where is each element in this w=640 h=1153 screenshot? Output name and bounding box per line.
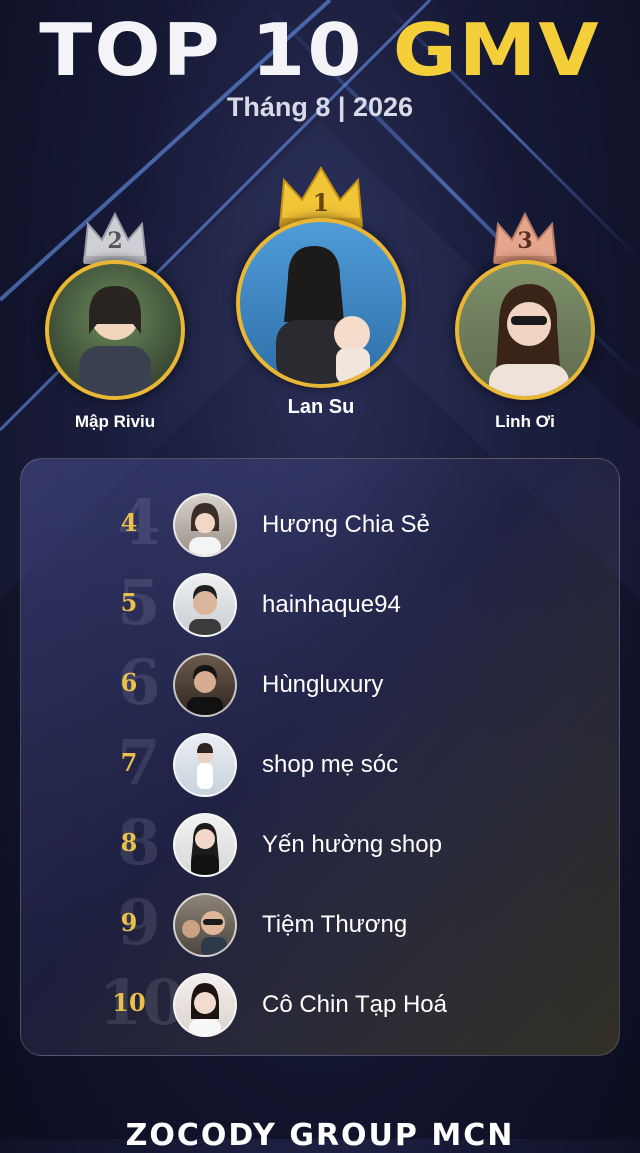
- avatar: [45, 260, 185, 400]
- avatar: [173, 813, 237, 877]
- podium-rank-number: 2: [107, 228, 123, 254]
- ranking-panel: 4 4 Hương Chia Sẻ 5 5 hainhaque94 6 6 Hù…: [20, 458, 620, 1056]
- podium-rank-number: 1: [312, 188, 330, 217]
- avatar: [173, 893, 237, 957]
- list-item-name: Tiệm Thương: [262, 911, 408, 938]
- list-item[interactable]: 8 8 Yến hường shop: [21, 806, 621, 879]
- avatar: [173, 973, 237, 1037]
- list-item-name: Yến hường shop: [262, 831, 442, 858]
- list-item-name: Hương Chia Sẻ: [262, 511, 430, 538]
- title-gmv: GMV: [392, 8, 601, 92]
- rank-number: 5: [120, 588, 138, 617]
- avatar: [455, 260, 595, 400]
- podium-name: Lan Su: [287, 396, 355, 418]
- avatar-illustration: [276, 246, 370, 384]
- rank-number: 9: [120, 908, 138, 937]
- avatar: [236, 218, 406, 388]
- rank-number: 6: [120, 668, 138, 697]
- podium-rank-2[interactable]: 2 Mập Riviu: [40, 210, 190, 440]
- page-subtitle: Tháng 8 | 2026: [226, 92, 414, 122]
- avatar: [173, 573, 237, 637]
- rank-number: 10: [112, 988, 146, 1017]
- brand-footer: ZOCODY GROUP MCN: [125, 1118, 515, 1153]
- list-item[interactable]: 7 7 shop mẹ sóc: [21, 726, 621, 799]
- avatar-illustration: [489, 284, 569, 396]
- list-item[interactable]: 9 9 Tiệm Thương: [21, 886, 621, 959]
- avatar-illustration: [79, 286, 151, 396]
- avatar: [173, 733, 237, 797]
- rank-number: 8: [120, 828, 138, 857]
- podium-rank-3[interactable]: 3 Linh Ơi: [450, 210, 600, 440]
- rank-number: 7: [120, 748, 138, 777]
- podium-rank-number: 3: [517, 228, 533, 254]
- list-item[interactable]: 6 6 Hùngluxury: [21, 646, 621, 719]
- list-item-name: shop mẹ sóc: [262, 751, 399, 778]
- list-item[interactable]: 5 5 hainhaque94: [21, 566, 621, 639]
- podium-name: Mập Riviu: [74, 412, 156, 431]
- list-item-name: Cô Chin Tạp Hoá: [262, 991, 447, 1018]
- avatar: [173, 653, 237, 717]
- list-item-name: hainhaque94: [262, 591, 401, 618]
- avatar: [173, 493, 237, 557]
- podium-name: Linh Ơi: [495, 412, 555, 431]
- podium-rank-1[interactable]: 1 Lan Su: [236, 164, 406, 424]
- list-item[interactable]: 10 10 Cô Chin Tạp Hoá: [21, 966, 621, 1039]
- page-title: TOP 10 GMV: [0, 10, 640, 90]
- list-item-name: Hùngluxury: [262, 671, 384, 698]
- list-item[interactable]: 4 4 Hương Chia Sẻ: [21, 486, 621, 559]
- rank-number: 4: [120, 508, 138, 537]
- title-top10: TOP 10: [39, 8, 364, 92]
